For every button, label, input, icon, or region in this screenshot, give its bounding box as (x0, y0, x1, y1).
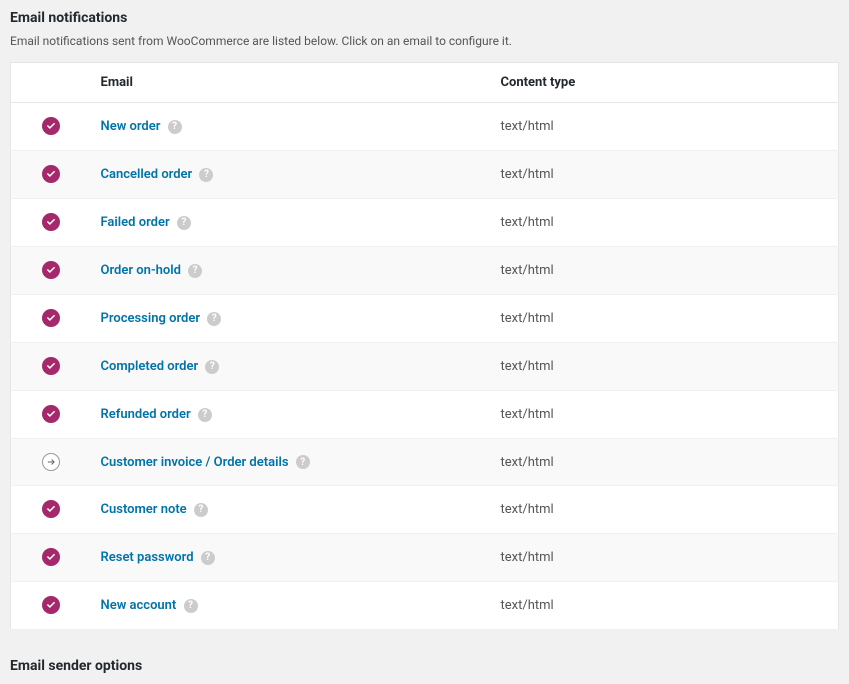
check-icon (42, 213, 60, 231)
email-link[interactable]: Cancelled order (101, 167, 193, 182)
email-link[interactable]: New account (101, 598, 177, 613)
status-cell (11, 343, 91, 391)
content-type-cell: text/html (491, 486, 839, 534)
section-title: Email notifications (10, 10, 839, 26)
email-link[interactable]: Order on-hold (101, 263, 181, 278)
section-description: Email notifications sent from WooCommerc… (10, 34, 839, 48)
content-type-cell: text/html (491, 582, 839, 630)
status-cell (11, 199, 91, 247)
status-cell (11, 247, 91, 295)
check-icon (42, 309, 60, 327)
content-type-cell: text/html (491, 343, 839, 391)
email-link[interactable]: Customer note (101, 502, 187, 517)
email-cell: Failed order ? (91, 199, 491, 247)
check-icon (42, 261, 60, 279)
status-cell (11, 534, 91, 582)
check-icon (42, 405, 60, 423)
column-header-email: Email (91, 63, 491, 103)
help-icon[interactable]: ? (198, 408, 212, 422)
table-row: Failed order ?text/html (11, 199, 839, 247)
table-row: Order on-hold ?text/html (11, 247, 839, 295)
help-icon[interactable]: ? (177, 216, 191, 230)
email-cell: Reset password ? (91, 534, 491, 582)
email-link[interactable]: Processing order (101, 311, 201, 326)
email-notifications-table: Email Content type New order ?text/html … (10, 62, 839, 630)
table-row: Completed order ?text/html (11, 343, 839, 391)
email-link[interactable]: New order (101, 119, 161, 134)
table-row: New order ?text/html (11, 103, 839, 151)
status-cell (11, 295, 91, 343)
status-cell (11, 103, 91, 151)
status-cell (11, 486, 91, 534)
content-type-cell: text/html (491, 439, 839, 486)
table-row: Customer invoice / Order details ?text/h… (11, 439, 839, 486)
check-icon (42, 596, 60, 614)
content-type-cell: text/html (491, 247, 839, 295)
email-cell: New order ? (91, 103, 491, 151)
status-cell (11, 151, 91, 199)
column-header-status (11, 63, 91, 103)
email-cell: Completed order ? (91, 343, 491, 391)
email-link[interactable]: Failed order (101, 215, 170, 230)
email-cell: Customer note ? (91, 486, 491, 534)
check-icon (42, 548, 60, 566)
help-icon[interactable]: ? (199, 168, 213, 182)
email-cell: New account ? (91, 582, 491, 630)
table-row: Processing order ?text/html (11, 295, 839, 343)
email-link[interactable]: Reset password (101, 550, 194, 565)
table-row: Refunded order ?text/html (11, 391, 839, 439)
email-cell: Order on-hold ? (91, 247, 491, 295)
email-cell: Customer invoice / Order details ? (91, 439, 491, 486)
help-icon[interactable]: ? (168, 120, 182, 134)
help-icon[interactable]: ? (205, 360, 219, 374)
check-icon (42, 500, 60, 518)
section-title-sender-options: Email sender options (10, 658, 839, 674)
content-type-cell: text/html (491, 391, 839, 439)
content-type-cell: text/html (491, 295, 839, 343)
email-cell: Cancelled order ? (91, 151, 491, 199)
content-type-cell: text/html (491, 534, 839, 582)
table-row: Cancelled order ?text/html (11, 151, 839, 199)
email-cell: Refunded order ? (91, 391, 491, 439)
help-icon[interactable]: ? (201, 551, 215, 565)
content-type-cell: text/html (491, 103, 839, 151)
status-cell (11, 391, 91, 439)
help-icon[interactable]: ? (184, 599, 198, 613)
check-icon (42, 117, 60, 135)
column-header-content-type: Content type (491, 63, 839, 103)
help-icon[interactable]: ? (188, 264, 202, 278)
help-icon[interactable]: ? (207, 312, 221, 326)
email-link[interactable]: Completed order (101, 359, 199, 374)
email-link[interactable]: Customer invoice / Order details (101, 455, 289, 470)
status-cell (11, 439, 91, 486)
content-type-cell: text/html (491, 151, 839, 199)
table-row: New account ?text/html (11, 582, 839, 630)
help-icon[interactable]: ? (194, 503, 208, 517)
email-link[interactable]: Refunded order (101, 407, 191, 422)
table-row: Customer note ?text/html (11, 486, 839, 534)
arrow-right-icon (42, 453, 60, 471)
help-icon[interactable]: ? (296, 455, 310, 469)
table-row: Reset password ?text/html (11, 534, 839, 582)
check-icon (42, 357, 60, 375)
status-cell (11, 582, 91, 630)
check-icon (42, 165, 60, 183)
content-type-cell: text/html (491, 199, 839, 247)
email-cell: Processing order ? (91, 295, 491, 343)
